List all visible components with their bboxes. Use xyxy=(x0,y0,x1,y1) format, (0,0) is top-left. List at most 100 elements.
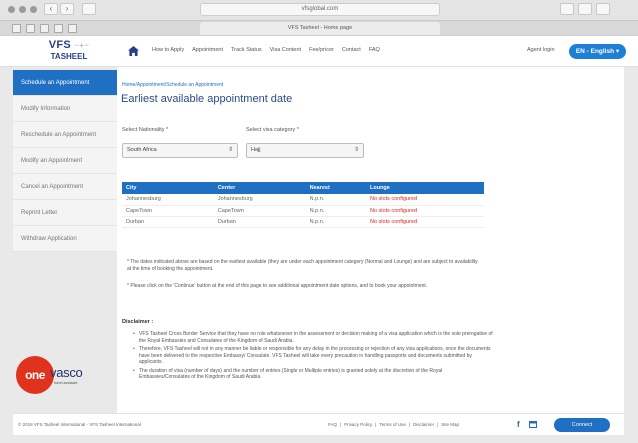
tabs-overview-icon[interactable] xyxy=(596,3,610,15)
onevasco-watermark: one vasco travel assistant xyxy=(16,356,96,396)
logo-mark: ~+~ xyxy=(74,41,90,50)
home-icon[interactable] xyxy=(128,46,139,56)
connect-button[interactable]: Connect xyxy=(554,418,610,432)
tab-strip: VFS Tasheel - Home page xyxy=(0,20,638,35)
window-controls[interactable] xyxy=(8,6,37,13)
breadcrumb[interactable]: Home/Appointment/Schedule an Appointment xyxy=(122,82,223,88)
history-icon[interactable] xyxy=(54,24,63,33)
address-bar[interactable]: vfsglobal.com xyxy=(200,3,440,16)
sidebar-item-modify-appointment[interactable]: Modify an Appointment xyxy=(13,148,117,174)
chevron-down-icon: ⇕ xyxy=(353,147,359,153)
disclaimer-item: The duration of visa (number of days) an… xyxy=(133,368,493,381)
disclaimer-title: Disclaimer : xyxy=(122,319,154,325)
continue-note: * Please click on the 'Continue' button … xyxy=(127,283,428,289)
nationality-value: South Africa xyxy=(127,147,157,153)
logo-tasheel: TASHEEL xyxy=(50,52,88,61)
footer-links: FAQ | Privacy Policy | Terms of Use | Discl… xyxy=(328,422,460,427)
sidebar-toggle-icon[interactable] xyxy=(82,3,96,15)
browser-tab[interactable]: VFS Tasheel - Home page xyxy=(200,22,440,35)
sidebar-item-reschedule[interactable]: Reschedule an Appointment xyxy=(13,122,117,148)
minimize-window-icon[interactable] xyxy=(19,6,26,13)
visa-category-value: Hajj xyxy=(251,147,261,153)
nav-visa-content[interactable]: Visa Content xyxy=(270,47,301,53)
visa-category-label: Select visa category * xyxy=(246,127,299,133)
table-cell: N.p.n. xyxy=(305,216,366,228)
table-cell: Johannesburg xyxy=(122,194,214,206)
column-header-city: City xyxy=(122,182,214,194)
table-cell: Durban xyxy=(122,216,214,228)
table-row: Johannesburg Johannesburg N.p.n. No slot… xyxy=(122,194,484,206)
bookmark-icon[interactable] xyxy=(12,24,21,33)
calendar-icon[interactable] xyxy=(529,420,537,428)
language-select-button[interactable]: EN - English ▾ xyxy=(569,44,626,59)
page-title: Earliest available appointment date xyxy=(121,93,293,105)
footer: © 2018 VFS Tasheel International - VFS T… xyxy=(13,413,624,435)
logo-vfs: VFS xyxy=(48,39,71,51)
visa-category-select[interactable]: Hajj ⇕ xyxy=(246,143,364,158)
nationality-select[interactable]: South Africa ⇕ xyxy=(122,143,238,158)
sidebar-item-modify-info[interactable]: Modify Information xyxy=(13,96,117,122)
share-icon[interactable] xyxy=(560,3,574,15)
svg-text:f: f xyxy=(517,420,520,428)
nav-fee[interactable]: Fee/pricer xyxy=(309,47,334,53)
forward-button[interactable]: › xyxy=(60,3,74,15)
nationality-label: Select Nationality * xyxy=(122,127,169,133)
table-cell: Johannesburg xyxy=(213,194,306,206)
disclaimer-item: VFS Tasheel Cross Border Service that th… xyxy=(133,331,493,344)
table-cell: CapeTown xyxy=(122,205,214,217)
table-row: Durban Durban N.p.n. No slots configured xyxy=(122,216,484,228)
footer-link-terms[interactable]: Terms of Use xyxy=(379,422,406,427)
facebook-icon[interactable]: f xyxy=(515,420,523,428)
site-header: VFS ~+~ TASHEEL How to Apply Appointment… xyxy=(0,36,638,67)
footer-link-privacy[interactable]: Privacy Policy xyxy=(344,422,372,427)
main-content: Home/Appointment/Schedule an Appointment… xyxy=(117,67,624,413)
availability-note: * The dates indicated above are based on… xyxy=(127,259,478,272)
top-navigation: How to Apply Appointment Track Status Vi… xyxy=(152,47,380,53)
table-cell: N.p.n. xyxy=(305,194,366,206)
nav-track-status[interactable]: Track Status xyxy=(231,47,262,53)
disclaimer-list: VFS Tasheel Cross Border Service that th… xyxy=(133,331,493,383)
copyright: © 2018 VFS Tasheel International - VFS T… xyxy=(18,422,141,427)
status-cell: No slots configured xyxy=(365,216,484,228)
table-cell: CapeTown xyxy=(213,205,306,217)
appointment-table: City Center Nearest Lounge Johannesburg … xyxy=(122,182,484,228)
language-label: EN - English xyxy=(575,48,615,55)
table-header-row: City Center Nearest Lounge xyxy=(122,182,484,194)
back-button[interactable]: ‹ xyxy=(44,3,58,15)
watermark-text: vasco xyxy=(50,365,83,380)
nav-appointment[interactable]: Appointment xyxy=(192,47,223,53)
disclaimer-item: Therefore, VFS Tasheel will not in any m… xyxy=(133,346,493,366)
sidebar-item-schedule[interactable]: Schedule an Appointment xyxy=(13,70,117,96)
reading-list-icon[interactable] xyxy=(26,24,35,33)
column-header-lounge: Lounge xyxy=(365,182,484,194)
table-row: CapeTown CapeTown N.p.n. No slots config… xyxy=(122,205,484,217)
column-header-center: Center xyxy=(213,182,306,194)
vfs-tasheel-logo[interactable]: VFS ~+~ TASHEEL xyxy=(40,39,98,64)
footer-link-sitemap[interactable]: Site Map xyxy=(441,422,459,427)
close-window-icon[interactable] xyxy=(8,6,15,13)
sidebar-item-reprint[interactable]: Reprint Letter xyxy=(13,200,117,226)
top-sites-icon[interactable] xyxy=(40,24,49,33)
chevron-down-icon: ⇕ xyxy=(227,147,233,153)
sidebar: Schedule an Appointment Modify Informati… xyxy=(13,70,117,278)
table-cell: N.p.n. xyxy=(305,205,366,217)
watermark-tagline: travel assistant xyxy=(54,381,78,385)
downloads-icon[interactable] xyxy=(68,24,77,33)
nav-how-to-apply[interactable]: How to Apply xyxy=(152,47,184,53)
agent-login-link[interactable]: Agent login xyxy=(527,47,555,53)
zoom-window-icon[interactable] xyxy=(30,6,37,13)
status-cell: No slots configured xyxy=(365,205,484,217)
column-header-nearest: Nearest xyxy=(305,182,366,194)
footer-link-disclaimer[interactable]: Disclaimer xyxy=(413,422,434,427)
chevron-down-icon: ▾ xyxy=(615,48,620,55)
table-cell: Durban xyxy=(213,216,306,228)
watermark-circle: one xyxy=(16,356,54,394)
sidebar-item-cancel[interactable]: Cancel an Appointment xyxy=(13,174,117,200)
nav-faq[interactable]: FAQ xyxy=(369,47,380,53)
sidebar-item-withdraw[interactable]: Withdraw Application xyxy=(13,226,117,252)
nav-contact[interactable]: Contact xyxy=(342,47,361,53)
new-tab-icon[interactable] xyxy=(578,3,592,15)
footer-link-faq[interactable]: FAQ xyxy=(328,422,337,427)
status-cell: No slots configured xyxy=(365,194,484,206)
browser-chrome: ‹ › vfsglobal.com VFS Tasheel - Home pag… xyxy=(0,0,638,36)
